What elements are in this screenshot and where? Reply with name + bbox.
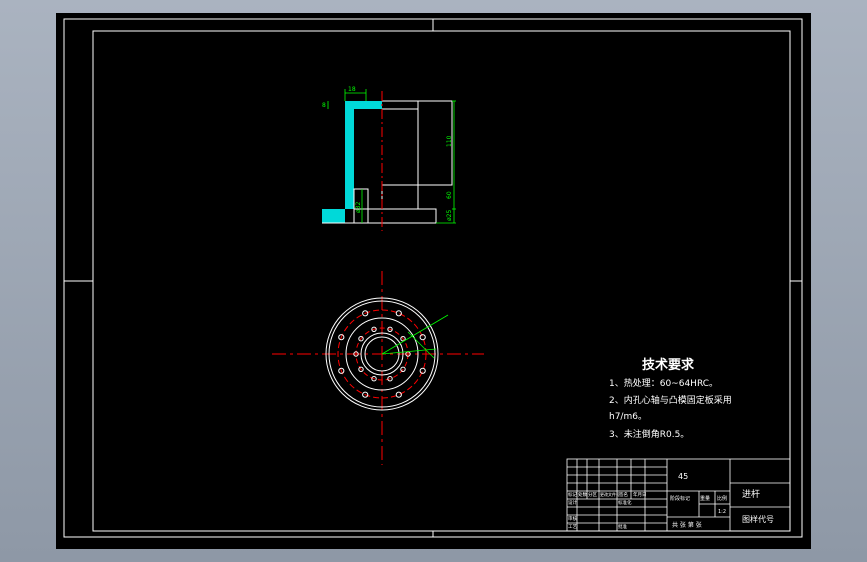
outer-bolt-hole bbox=[419, 367, 426, 374]
cad-drawing: 18 8 110 60 ø25 ø32 技术要求 1、热处理：60~64HRC。… bbox=[63, 18, 803, 538]
outer-bolt-hole bbox=[395, 310, 402, 317]
dim-dia32: ø32 bbox=[355, 202, 362, 213]
title-block-scale-value: 1:2 bbox=[718, 509, 726, 515]
tech-req-line-4: 3、未注倒角R0.5。 bbox=[609, 428, 689, 440]
dim-dia25: ø25 bbox=[446, 210, 453, 221]
cad-viewport[interactable]: 18 8 110 60 ø25 ø32 技术要求 1、热处理：60~64HRC。… bbox=[56, 13, 811, 549]
section-hatch-upper bbox=[345, 101, 382, 189]
title-block-sheet: 共 张 第 张 bbox=[672, 521, 702, 529]
title-block-row-date: 年月日 bbox=[633, 491, 647, 498]
title-block-approve: 批准 bbox=[618, 523, 627, 530]
tech-req-title: 技术要求 bbox=[642, 357, 695, 373]
dim-110: 110 bbox=[446, 135, 453, 147]
title-block-weight: 重量 bbox=[700, 495, 710, 502]
title-block-standard: 标准化 bbox=[618, 499, 632, 506]
title-block-stage: 阶段标记 bbox=[670, 495, 690, 502]
tech-req-line-3: h7/m6。 bbox=[609, 412, 647, 422]
title-block-designer: 设计 bbox=[568, 499, 577, 506]
section-view: 18 8 110 60 ø25 ø32 bbox=[322, 86, 456, 231]
plan-view bbox=[272, 271, 484, 465]
dim-18: 18 bbox=[348, 86, 356, 93]
title-block-part-name: 进杆 bbox=[742, 488, 760, 500]
outer-bolt-hole bbox=[419, 334, 426, 341]
section-outline bbox=[322, 100, 453, 224]
section-hatch-base bbox=[322, 209, 345, 223]
title-block-row-mark: 标记 bbox=[568, 491, 577, 498]
title-block-drawing-no: 图样代号 bbox=[742, 514, 774, 524]
title-block-row-sign: 签名 bbox=[619, 491, 628, 498]
tech-req-line-1: 1、热处理：60~64HRC。 bbox=[609, 377, 718, 389]
sheet-inner-border bbox=[92, 30, 791, 532]
dim-60: 60 bbox=[446, 191, 453, 199]
tech-req-line-2: 2、内孔心轴与凸模固定板采用 bbox=[609, 394, 732, 406]
dim-8: 8 bbox=[322, 102, 326, 109]
title-block-row-file: 更改文件号 bbox=[600, 491, 620, 497]
tech-requirements: 技术要求 1、热处理：60~64HRC。 2、内孔心轴与凸模固定板采用 h7/m… bbox=[609, 357, 732, 440]
outer-bolt-hole bbox=[395, 391, 402, 398]
title-block-scale: 比例 bbox=[717, 495, 727, 502]
section-hatch-step bbox=[345, 189, 354, 209]
title-block-material: 45 bbox=[678, 472, 688, 481]
title-block-row-count: 处数 bbox=[578, 491, 587, 498]
title-block-process: 工艺 bbox=[568, 524, 577, 530]
title-block-row-zone: 分区 bbox=[588, 491, 597, 498]
title-block-review: 审核 bbox=[568, 515, 577, 522]
